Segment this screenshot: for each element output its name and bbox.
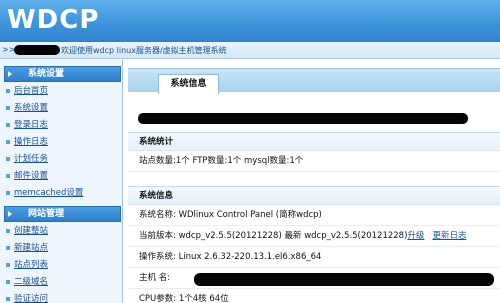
sidebar-item-subdomain[interactable]: 二级域名: [6, 275, 48, 290]
redacted-username: [14, 45, 60, 55]
sidebar-item-system-settings[interactable]: 系统设置: [6, 101, 48, 116]
bullet-icon: [6, 263, 10, 267]
version-row: 当前版本: wdcp_v2.5.5(20121228) 最新 wdcp_v2.5…: [128, 226, 500, 247]
bullet-icon: [6, 229, 10, 233]
welcome-text: 欢迎使用wdcp linux服务器/虚拟主机管理系统: [61, 46, 227, 55]
sidebar-group-system-settings[interactable]: 系统设置: [4, 66, 121, 82]
sidebar-item-mail-settings[interactable]: 邮件设置: [6, 169, 48, 184]
sidebar-group-title: 系统设置: [28, 69, 65, 79]
sidebar-item-operation-log[interactable]: 操作日志: [6, 135, 48, 150]
bullet-icon: [6, 89, 10, 93]
version-text: 当前版本: wdcp_v2.5.5(20121228) 最新 wdcp_v2.5…: [139, 231, 408, 241]
tab-system-info[interactable]: 系统信息: [158, 74, 219, 94]
upgrade-link[interactable]: 升级: [407, 231, 424, 241]
tab-strip: 系统信息: [128, 68, 500, 94]
changelog-link[interactable]: 更新日志: [432, 231, 466, 241]
host-label: 主机 名:: [139, 273, 171, 283]
main-panel: 系统信息 系统统计 站点数量:1个 FTP数量:1个 mysql数量:1个 系统…: [124, 60, 500, 303]
sidebar-item-admin-home[interactable]: 后台首页: [6, 84, 48, 99]
host-row: 主机 名:: [128, 268, 500, 289]
bullet-icon: [6, 106, 10, 110]
system-name: 系统名称: WDlinux Control Panel (简称wdcp): [128, 205, 500, 226]
triangle-icon: [8, 211, 12, 217]
stats-title: 系统统计: [128, 132, 500, 151]
bullet-icon: [6, 191, 10, 195]
cpu-info: CPU参数: 1个4核 64位: [128, 289, 500, 303]
sidebar-item-login-log[interactable]: 登录日志: [6, 118, 48, 133]
bullet-icon: [6, 123, 10, 127]
sidebar-item-auth-access[interactable]: 验证访问: [6, 292, 48, 303]
sidebar: 系统设置 后台首页 系统设置 登录日志 操作日志 计划任务 邮件设置 memca…: [0, 60, 123, 303]
bullet-icon: [6, 140, 10, 144]
bullet-icon: [6, 174, 10, 178]
triangle-icon: [8, 71, 12, 77]
bullet-icon: [6, 297, 10, 301]
bullet-icon: [6, 157, 10, 161]
stats-line: 站点数量:1个 FTP数量:1个 mysql数量:1个: [128, 151, 500, 172]
redacted-content: [138, 113, 468, 124]
logo: WDCP: [7, 5, 100, 35]
bullet-icon: [6, 246, 10, 250]
sidebar-item-scheduled-tasks[interactable]: 计划任务: [6, 152, 48, 167]
os-info: 操作系统: Linux 2.6.32-220.13.1.el6.x86_64: [128, 247, 500, 268]
welcome-bar: >> 欢迎使用wdcp linux服务器/虚拟主机管理系统: [0, 42, 500, 59]
redacted-hostname: [194, 273, 494, 286]
info-title: 系统信息: [128, 186, 500, 205]
sidebar-item-create-site[interactable]: 创建整站: [6, 224, 48, 239]
header: WDCP: [0, 0, 500, 42]
sidebar-group-site-management[interactable]: 网站管理: [4, 206, 121, 222]
sidebar-item-memcached-settings[interactable]: memcached设置: [6, 186, 83, 201]
sidebar-group-title: 网站管理: [28, 209, 65, 219]
sidebar-item-site-list[interactable]: 站点列表: [6, 258, 48, 273]
stats-section: 系统统计 站点数量:1个 FTP数量:1个 mysql数量:1个: [128, 132, 500, 172]
info-section: 系统信息 系统名称: WDlinux Control Panel (简称wdcp…: [128, 186, 500, 303]
sidebar-item-new-site[interactable]: 新建站点: [6, 241, 48, 256]
bullet-icon: [6, 280, 10, 284]
